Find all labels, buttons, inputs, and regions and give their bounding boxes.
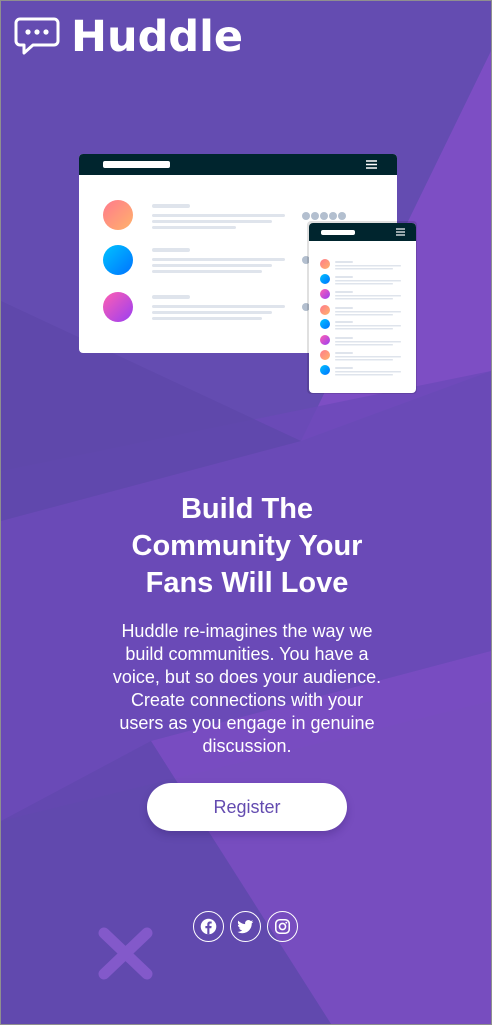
headline-line: Community Your [131,530,363,562]
facebook-link[interactable] [193,911,224,942]
instagram-link[interactable] [267,911,298,942]
twitter-link[interactable] [230,911,261,942]
headline-line: Build The [180,493,314,525]
app-mockup-illustration [79,154,417,394]
brand-name: Huddle [71,12,244,62]
mobile-window-mockup [307,221,417,394]
hero-description: Huddle re-imagines the way we build comm… [112,621,382,756]
twitter-icon [237,919,254,934]
hero-headline: Build The Community Your Fans Will Love [1,491,491,602]
social-links [193,911,298,942]
landing-page: Huddle Build The Community Your Fans Wil… [0,0,492,1025]
headline-line: Fans Will Love [145,567,349,599]
facebook-icon [200,918,217,935]
instagram-icon [274,918,291,935]
header: Huddle [14,13,243,61]
chat-bubble-icon [14,17,60,55]
register-button[interactable]: Register [147,783,347,831]
